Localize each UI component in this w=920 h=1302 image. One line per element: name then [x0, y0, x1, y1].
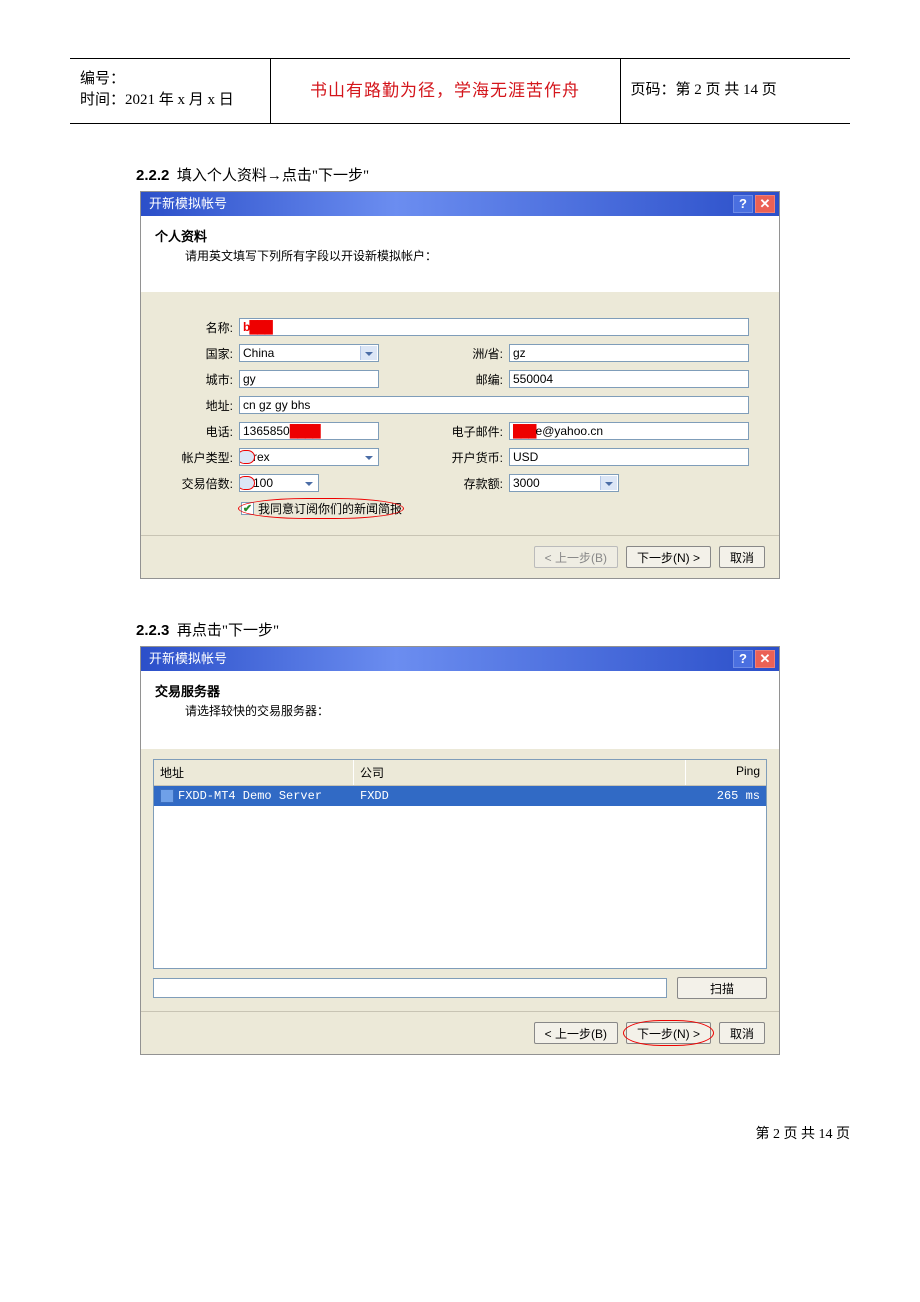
section-223-heading: 2.2.3 再点击"下一步"	[136, 619, 850, 640]
back-button[interactable]: < 上一步(B)	[534, 1022, 618, 1044]
scan-button[interactable]: 扫描	[677, 977, 767, 999]
select-account-type[interactable]: forex	[239, 448, 379, 466]
input-address[interactable]: cn gz gy bhs	[239, 396, 749, 414]
input-currency[interactable]: USD	[509, 448, 749, 466]
col-company: 公司	[354, 760, 686, 785]
server-address-input[interactable]	[153, 978, 667, 998]
input-city[interactable]: gy	[239, 370, 379, 388]
label-state: 洲/省:	[431, 345, 503, 362]
label-deposit: 存款额:	[431, 475, 503, 492]
back-button: < 上一步(B)	[534, 546, 618, 568]
dialog2-titlebar: 开新模拟帐号 ? ✕	[141, 647, 779, 671]
consent-check-icon: ✔	[241, 502, 254, 515]
label-zip: 邮编:	[431, 371, 503, 388]
dialog-server-select: 开新模拟帐号 ? ✕ 交易服务器 请选择较快的交易服务器： 地址 公司 Ping…	[140, 646, 780, 1055]
server-icon	[160, 789, 174, 803]
page-footer: 第 2 页 共 14 页	[70, 1123, 850, 1143]
input-name[interactable]: b███	[239, 318, 749, 336]
header-bianhao: 编号：	[80, 71, 125, 87]
close-icon[interactable]: ✕	[755, 650, 775, 668]
server-list[interactable]: 地址 公司 Ping FXDD-MT4 Demo Server FXDD 265…	[153, 759, 767, 969]
cancel-button[interactable]: 取消	[719, 546, 765, 568]
dialog-button-bar: < 上一步(B) 下一步(N) > 取消	[141, 535, 779, 578]
col-address: 地址	[154, 760, 354, 785]
header-motto: 书山有路勤为径，学海无涯苦作舟	[310, 81, 580, 100]
label-name: 名称:	[171, 319, 233, 336]
server-list-header: 地址 公司 Ping	[154, 760, 766, 786]
input-zip[interactable]: 550004	[509, 370, 749, 388]
input-email[interactable]: ███e@yahoo.cn	[509, 422, 749, 440]
server-row-selected[interactable]: FXDD-MT4 Demo Server FXDD 265 ms	[154, 786, 766, 806]
label-leverage: 交易倍数:	[171, 475, 233, 492]
help-icon[interactable]: ?	[733, 195, 753, 213]
cancel-button[interactable]: 取消	[719, 1022, 765, 1044]
dialog2-title-text: 开新模拟帐号	[149, 647, 227, 671]
consent-label: 我同意订阅你们的新闻简报	[258, 500, 402, 517]
dialog2-button-bar: < 上一步(B) 下一步(N) > 取消	[141, 1011, 779, 1054]
consent-checkbox-row[interactable]: ✔ 我同意订阅你们的新闻简报	[241, 500, 402, 517]
next-button[interactable]: 下一步(N) >	[626, 546, 711, 568]
label-addr: 地址:	[171, 397, 233, 414]
input-phone[interactable]: 1365850████	[239, 422, 379, 440]
col-ping: Ping	[686, 760, 766, 785]
select-country[interactable]: China	[239, 344, 379, 362]
select-deposit[interactable]: 3000	[509, 474, 619, 492]
close-icon[interactable]: ✕	[755, 195, 775, 213]
server-section-title: 交易服务器	[155, 681, 765, 700]
label-city: 城市:	[171, 371, 233, 388]
input-state[interactable]: gz	[509, 344, 749, 362]
section-personal-sub: 请用英文填写下列所有字段以开设新模拟帐户：	[185, 247, 765, 264]
help-icon[interactable]: ?	[733, 650, 753, 668]
label-currency: 开户货币:	[431, 449, 503, 466]
dialog-titlebar: 开新模拟帐号 ? ✕	[141, 192, 779, 216]
header-page: 页码：第 2 页 共 14 页	[631, 82, 777, 98]
dialog-new-demo-account: 开新模拟帐号 ? ✕ 个人资料 请用英文填写下列所有字段以开设新模拟帐户： 名称…	[140, 191, 780, 579]
label-country: 国家:	[171, 345, 233, 362]
server-section-sub: 请选择较快的交易服务器：	[185, 702, 765, 719]
section-personal-title: 个人资料	[155, 226, 765, 245]
page-header: 编号： 时间：2021 年 x 月 x 日 书山有路勤为径，学海无涯苦作舟 页码…	[70, 58, 850, 124]
label-account-type: 帐户类型:	[171, 449, 233, 466]
section-222-heading: 2.2.2 填入个人资料→点击"下一步"	[136, 164, 850, 185]
dialog-title-text: 开新模拟帐号	[149, 192, 227, 216]
personal-form: 名称: b███ 国家: China 洲/省: gz 城市: gy	[141, 292, 779, 535]
label-email: 电子邮件:	[431, 423, 503, 440]
header-time: 时间：2021 年 x 月 x 日	[80, 92, 234, 108]
select-leverage[interactable]: 1:100	[239, 474, 319, 492]
next-button[interactable]: 下一步(N) >	[626, 1022, 711, 1044]
label-phone: 电话:	[171, 423, 233, 440]
